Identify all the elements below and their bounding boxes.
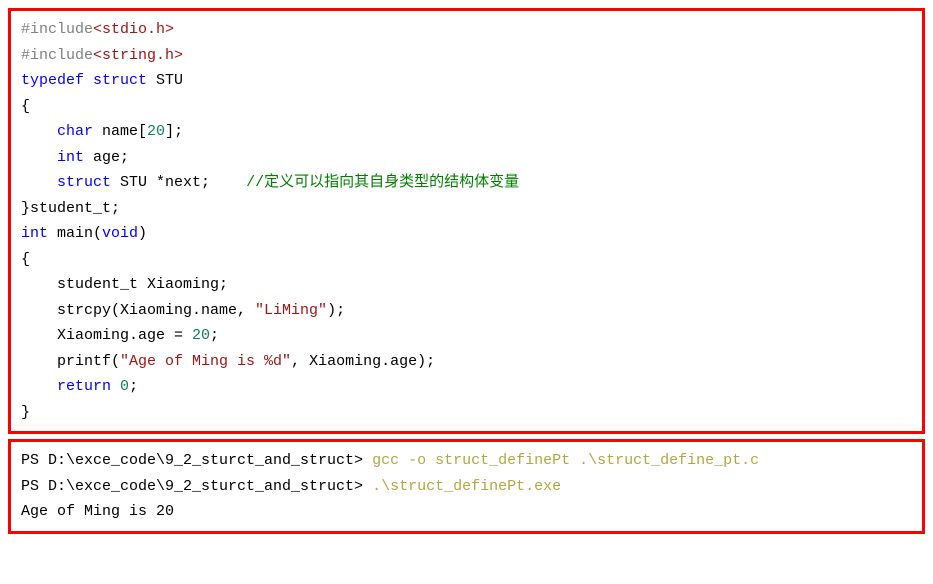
text: printf( [21, 353, 120, 370]
prompt: PS D:\exce_code\9_2_sturct_and_struct> [21, 452, 372, 469]
prompt: PS D:\exce_code\9_2_sturct_and_struct> [21, 478, 372, 495]
command: gcc -o struct_definePt .\struct_define_p… [372, 452, 759, 469]
comment: //定义可以指向其自身类型的结构体变量 [246, 174, 519, 191]
keyword: return [57, 378, 111, 395]
code-line: student_t Xiaoming; [21, 272, 912, 298]
code-line: int age; [21, 145, 912, 171]
text: ) [138, 225, 147, 242]
code-line: { [21, 94, 912, 120]
text: ); [327, 302, 345, 319]
include-file: <stdio.h> [93, 21, 174, 38]
text: STU *next; [111, 174, 246, 191]
string-literal: "Age of Ming is %d" [120, 353, 291, 370]
preprocessor: #include [21, 47, 93, 64]
text: , Xiaoming.age); [291, 353, 435, 370]
code-line: Xiaoming.age = 20; [21, 323, 912, 349]
code-line: int main(void) [21, 221, 912, 247]
keyword: int [57, 149, 84, 166]
code-line: #include<stdio.h> [21, 17, 912, 43]
string-literal: "LiMing" [255, 302, 327, 319]
text [111, 378, 120, 395]
text: name[ [93, 123, 147, 140]
text: ]; [165, 123, 183, 140]
text: ; [210, 327, 219, 344]
code-line: char name[20]; [21, 119, 912, 145]
code-line: struct STU *next; //定义可以指向其自身类型的结构体变量 [21, 170, 912, 196]
code-line: #include<string.h> [21, 43, 912, 69]
terminal-output: Age of Ming is 20 [21, 499, 912, 525]
code-line: } [21, 400, 912, 426]
indent [21, 149, 57, 166]
code-line: typedef struct STU [21, 68, 912, 94]
code-line: strcpy(Xiaoming.name, "LiMing"); [21, 298, 912, 324]
indent [21, 123, 57, 140]
number: 0 [120, 378, 129, 395]
text: age; [84, 149, 129, 166]
code-line: return 0; [21, 374, 912, 400]
terminal-panel: PS D:\exce_code\9_2_sturct_and_struct> g… [8, 439, 925, 534]
text [84, 72, 93, 89]
text: main( [48, 225, 102, 242]
keyword: char [57, 123, 93, 140]
preprocessor: #include [21, 21, 93, 38]
text: Xiaoming.age = [21, 327, 192, 344]
code-line: printf("Age of Ming is %d", Xiaoming.age… [21, 349, 912, 375]
keyword: int [21, 225, 48, 242]
text: strcpy(Xiaoming.name, [21, 302, 255, 319]
terminal-line: PS D:\exce_code\9_2_sturct_and_struct> g… [21, 448, 912, 474]
code-panel: #include<stdio.h> #include<string.h> typ… [8, 8, 925, 434]
code-line: { [21, 247, 912, 273]
command: .\struct_definePt.exe [372, 478, 561, 495]
terminal-line: PS D:\exce_code\9_2_sturct_and_struct> .… [21, 474, 912, 500]
include-file: <string.h> [93, 47, 183, 64]
text: ; [129, 378, 138, 395]
indent [21, 174, 57, 191]
keyword: typedef [21, 72, 84, 89]
number: 20 [147, 123, 165, 140]
number: 20 [192, 327, 210, 344]
keyword: struct [93, 72, 147, 89]
keyword: void [102, 225, 138, 242]
code-line: }student_t; [21, 196, 912, 222]
keyword: struct [57, 174, 111, 191]
identifier: STU [147, 72, 183, 89]
indent [21, 378, 57, 395]
